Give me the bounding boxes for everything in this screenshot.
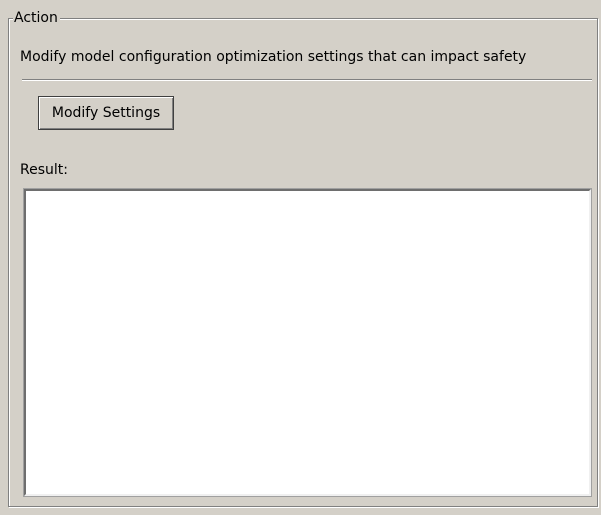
result-textarea[interactable] [23, 188, 592, 497]
result-label: Result: [20, 162, 68, 178]
action-description: Modify model configuration optimization … [20, 49, 527, 65]
groupbox-title: Action [13, 9, 60, 27]
action-panel: Action Modify model configuration optimi… [0, 0, 601, 515]
modify-settings-button[interactable]: Modify Settings [38, 96, 174, 130]
separator-line [22, 79, 592, 81]
